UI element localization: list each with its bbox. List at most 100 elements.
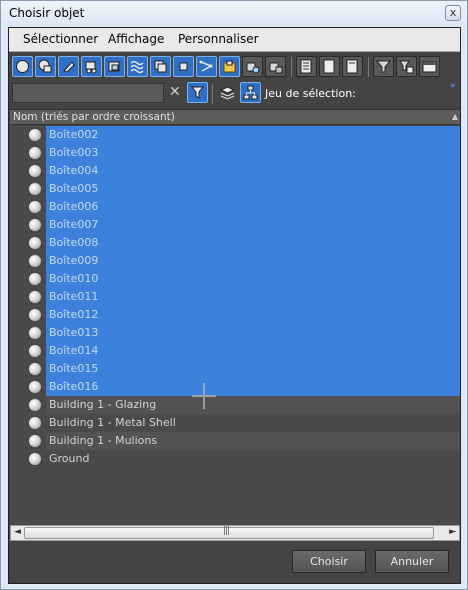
object-list[interactable]: Boîte002 Boîte003 Boîte004 Boîte005 Boîte006… [10, 126, 460, 526]
lights-icon [63, 61, 75, 73]
find-case-button[interactable] [187, 82, 208, 103]
hierarchy-icon [243, 85, 258, 100]
search-input[interactable] [12, 83, 164, 103]
row-highlight [46, 324, 460, 342]
list-invert-icon [346, 59, 358, 74]
hidden-icon [269, 62, 283, 74]
list-item[interactable]: Boîte003 [10, 144, 460, 162]
list-item[interactable]: Boîte009 [10, 252, 460, 270]
list-item[interactable]: Boîte007 [10, 216, 460, 234]
geometry-object-icon [29, 435, 41, 447]
helpers-filter-button[interactable] [104, 56, 125, 77]
list-item[interactable]: Boîte006 [10, 198, 460, 216]
toolbar-separator [368, 57, 369, 77]
geometry-object-icon [29, 345, 41, 357]
list-header[interactable]: Nom (triés par ordre croissant) ▲ [10, 109, 460, 125]
object-name: Boîte006 [49, 200, 99, 213]
object-name: Boîte010 [49, 272, 99, 285]
select-none-button[interactable] [319, 56, 340, 77]
panel-options-button[interactable] [419, 56, 440, 77]
groups-filter-button[interactable] [150, 56, 171, 77]
lights-filter-button[interactable] [58, 56, 79, 77]
scroll-left-icon[interactable]: ◄ [14, 527, 21, 537]
clear-search-icon[interactable]: ✕ [169, 84, 181, 100]
containers-filter-button[interactable] [219, 56, 240, 77]
xrefs-filter-button[interactable] [173, 56, 194, 77]
menu-select[interactable]: Sélectionner [23, 32, 98, 46]
containers-icon [223, 60, 236, 73]
list-item[interactable]: Boîte012 [10, 306, 460, 324]
object-name: Boîte016 [49, 380, 99, 393]
shapes-filter-button[interactable] [35, 56, 56, 77]
list-item[interactable]: Boîte011 [10, 288, 460, 306]
overflow-icon[interactable]: » [450, 81, 456, 91]
row-highlight [46, 234, 460, 252]
select-all-button[interactable] [296, 56, 317, 77]
spacewarps-filter-button[interactable] [127, 56, 148, 77]
bones-filter-button[interactable] [196, 56, 217, 77]
geometry-object-icon [29, 183, 41, 195]
sphere-icon [16, 60, 29, 73]
object-name: Boîte005 [49, 182, 99, 195]
row-highlight [46, 450, 460, 468]
object-name: Building 1 - Glazing [49, 398, 157, 411]
filter-options-button[interactable] [396, 56, 417, 77]
row-highlight [46, 360, 460, 378]
list-item[interactable]: Boîte014 [10, 342, 460, 360]
object-name: Boîte003 [49, 146, 99, 159]
filter-icon [376, 60, 391, 73]
list-item[interactable]: Boîte015 [10, 360, 460, 378]
object-name: Boîte007 [49, 218, 99, 231]
dialog-body: Sélectionner Affichage Personnaliser ✕ J… [8, 27, 461, 584]
filter-toolbar [9, 53, 460, 81]
layers-icon [220, 86, 235, 100]
frozen-filter-button[interactable] [242, 56, 263, 77]
list-item[interactable]: Boîte008 [10, 234, 460, 252]
geometry-filter-button[interactable] [12, 56, 33, 77]
row-highlight [46, 342, 460, 360]
geometry-object-icon [29, 399, 41, 411]
list-item[interactable]: Boîte004 [10, 162, 460, 180]
window-title: Choisir objet [9, 6, 85, 20]
list-item[interactable]: Building 1 - Metal Shell [10, 414, 460, 432]
object-name: Boîte011 [49, 290, 99, 303]
sort-ascending-icon: ▲ [451, 112, 458, 121]
select-invert-button[interactable] [342, 56, 363, 77]
list-item[interactable]: Boîte010 [10, 270, 460, 288]
choose-button[interactable]: Choisir [292, 550, 366, 573]
geometry-object-icon [29, 147, 41, 159]
menu-display[interactable]: Affichage [108, 32, 164, 46]
close-button[interactable]: x [445, 5, 461, 21]
object-name: Boîte009 [49, 254, 99, 267]
menu-bar: Sélectionner Affichage Personnaliser [9, 28, 460, 52]
list-item[interactable]: Boîte016 [10, 378, 460, 396]
shapes-icon [38, 59, 52, 73]
cameras-filter-button[interactable] [81, 56, 102, 77]
row-highlight [46, 378, 460, 396]
list-item[interactable]: Building 1 - Mulions [10, 432, 460, 450]
filter-button[interactable] [373, 56, 394, 77]
object-name: Boîte004 [49, 164, 99, 177]
list-item[interactable]: Boîte013 [10, 324, 460, 342]
scrollbar-thumb[interactable]: ||| [24, 526, 434, 539]
list-item[interactable]: Ground [10, 450, 460, 468]
list-item[interactable]: Boîte005 [10, 180, 460, 198]
cancel-button[interactable]: Annuler [375, 550, 449, 573]
menu-customize[interactable]: Personnaliser [178, 32, 259, 46]
horizontal-scrollbar[interactable]: ◄ ||| ► [10, 525, 460, 541]
list-item[interactable]: Building 1 - Glazing [10, 396, 460, 414]
scroll-right-icon[interactable]: ► [449, 527, 456, 537]
row-highlight [46, 198, 460, 216]
hierarchy-button[interactable] [240, 82, 261, 103]
name-column-header[interactable]: Nom (triés par ordre croissant) [13, 111, 175, 123]
row-highlight [46, 270, 460, 288]
geometry-object-icon [29, 381, 41, 393]
panel-icon [422, 61, 437, 73]
hidden-filter-button[interactable] [265, 56, 286, 77]
list-item[interactable]: Boîte002 [10, 126, 460, 144]
object-name: Boîte013 [49, 326, 99, 339]
list-none-icon [323, 59, 335, 74]
cameras-icon [85, 61, 97, 74]
geometry-object-icon [29, 291, 41, 303]
layers-button[interactable] [217, 82, 238, 103]
